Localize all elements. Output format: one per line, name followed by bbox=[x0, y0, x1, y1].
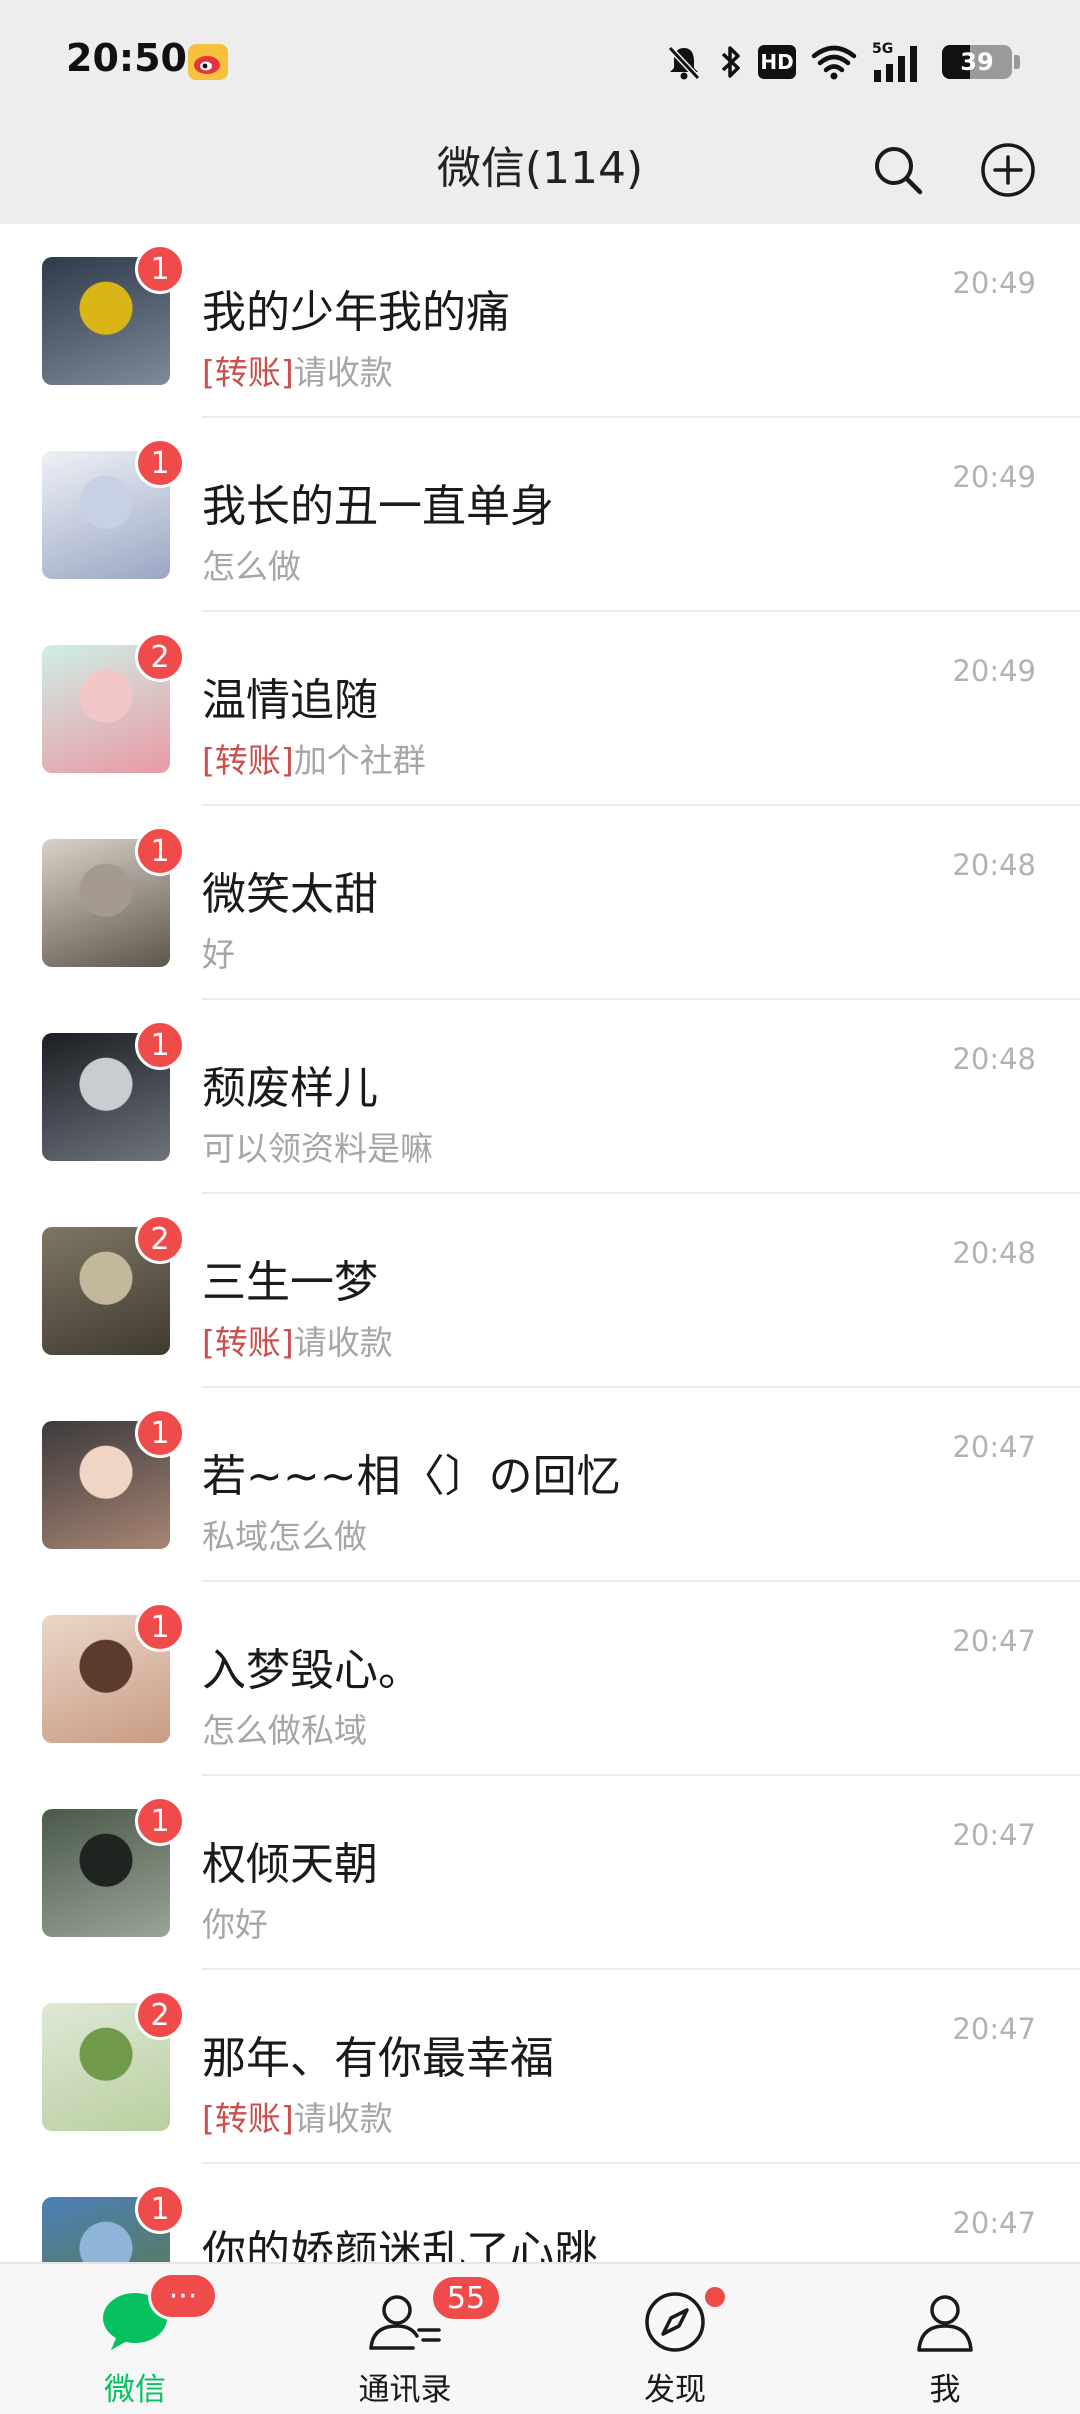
unread-badge: 1 bbox=[135, 826, 185, 876]
bluetooth-icon bbox=[721, 46, 740, 78]
chat-preview: 你好 bbox=[202, 1898, 268, 1946]
chat-preview: 私域怎么做 bbox=[202, 1510, 367, 1558]
chat-preview: 好 bbox=[202, 928, 235, 976]
chat-preview: [转账]加个社群 bbox=[202, 734, 426, 782]
chat-name: 颓废样儿 bbox=[202, 1063, 378, 1114]
preview-text: 好 bbox=[202, 935, 235, 974]
chat-time: 20:47 bbox=[952, 1624, 1036, 1658]
unread-badge: 1 bbox=[135, 1020, 185, 1070]
wifi-icon bbox=[811, 45, 857, 80]
preview-text: 请收款 bbox=[293, 2099, 393, 2138]
chat-preview: [转账]请收款 bbox=[202, 1316, 393, 1364]
preview-text: 怎么做 bbox=[202, 547, 301, 586]
chat-name: 三生一梦 bbox=[202, 1257, 378, 1308]
tab-badge: 55 bbox=[430, 2274, 502, 2322]
chat-time: 20:47 bbox=[952, 1818, 1036, 1852]
preview-text: 怎么做私域 bbox=[202, 1711, 367, 1750]
status-bar: 20:50 HD 5G 39 bbox=[0, 0, 1080, 120]
chat-time: 20:48 bbox=[952, 848, 1036, 882]
preview-text: 请收款 bbox=[293, 1323, 393, 1362]
unread-badge: 1 bbox=[135, 1408, 185, 1458]
chat-row[interactable]: 1 入梦毁心。怎么做私域 20:47 bbox=[0, 1582, 1080, 1776]
svg-text:5G: 5G bbox=[872, 41, 893, 57]
chat-time: 20:48 bbox=[952, 1042, 1036, 1076]
unread-badge: 1 bbox=[135, 438, 185, 488]
signal-5g-icon: 5G bbox=[872, 41, 917, 82]
chat-row[interactable]: 1 若~~~相〈〕の回忆私域怎么做 20:47 bbox=[0, 1388, 1080, 1582]
chat-name: 若~~~相〈〕の回忆 bbox=[202, 1451, 621, 1502]
unread-badge: 2 bbox=[135, 1214, 185, 1264]
chat-time: 20:49 bbox=[952, 654, 1036, 688]
transfer-tag: [转账] bbox=[202, 353, 294, 392]
preview-text: 请收款 bbox=[293, 353, 393, 392]
chat-row[interactable]: 1 我长的丑一直单身怎么做 20:49 bbox=[0, 418, 1080, 612]
tab-label: 发现 bbox=[644, 2372, 706, 2408]
battery-tip bbox=[1014, 55, 1020, 69]
unread-badge: 1 bbox=[135, 1796, 185, 1846]
chat-row[interactable]: 1 权倾天朝你好 20:47 bbox=[0, 1776, 1080, 1970]
chat-time: 20:47 bbox=[952, 1430, 1036, 1464]
chat-time: 20:47 bbox=[952, 2012, 1036, 2046]
chat-preview: 怎么做私域 bbox=[202, 1704, 367, 1752]
wechat-app: 20:50 HD 5G 39 微信(114) 1 我的少年我的痛 [转账]请收款… bbox=[0, 0, 1080, 2414]
bell-off-icon bbox=[667, 45, 701, 81]
chat-name: 温情追随 bbox=[202, 675, 378, 726]
plus-circle-icon bbox=[981, 143, 1035, 197]
status-time: 20:50 bbox=[66, 36, 187, 80]
chat-row[interactable]: 1 颓废样儿可以领资料是嘛 20:48 bbox=[0, 1000, 1080, 1194]
transfer-tag: [转账] bbox=[202, 1323, 294, 1362]
chat-list: 1 我的少年我的痛 [转账]请收款 20:49 1 我长的丑一直单身 怎么做 20:49 2 温情… bbox=[0, 224, 1080, 2358]
chat-row[interactable]: 2 那年、有你最幸福 [转账]请收款 20:47 bbox=[0, 1970, 1080, 2164]
chat-name: 入梦毁心。 bbox=[202, 1645, 422, 1696]
person-icon bbox=[895, 2286, 995, 2358]
transfer-tag: [转账] bbox=[202, 741, 294, 780]
transfer-tag: [转账] bbox=[202, 2099, 294, 2138]
chat-preview: 可以领资料是嘛 bbox=[202, 1122, 433, 1170]
tab-dot bbox=[702, 2284, 728, 2310]
top-bar: 微信(114) bbox=[0, 120, 1080, 224]
chat-preview: 怎么做 bbox=[202, 540, 301, 588]
preview-text: 可以领资料是嘛 bbox=[202, 1129, 433, 1168]
chat-row[interactable]: 1 我的少年我的痛 [转账]请收款 20:49 bbox=[0, 224, 1080, 418]
chat-name: 我长的丑一直单身 bbox=[202, 481, 554, 532]
unread-badge: 1 bbox=[135, 2184, 185, 2234]
tab-chats[interactable]: ··· 微信 bbox=[0, 2264, 270, 2414]
chat-row[interactable]: 2 温情追随 [转账]加个社群 20:49 bbox=[0, 612, 1080, 806]
unread-badge: 2 bbox=[135, 632, 185, 682]
unread-badge: 1 bbox=[135, 1602, 185, 1652]
unread-badge: 1 bbox=[135, 244, 185, 294]
battery-icon: 39 bbox=[942, 45, 1012, 79]
add-button[interactable] bbox=[970, 132, 1046, 208]
chat-preview: [转账]请收款 bbox=[202, 2092, 393, 2140]
preview-text: 你好 bbox=[202, 1905, 268, 1944]
chat-time: 20:49 bbox=[952, 266, 1036, 300]
tab-me[interactable]: 我 bbox=[810, 2264, 1080, 2414]
chat-time: 20:48 bbox=[952, 1236, 1036, 1270]
preview-text: 私域怎么做 bbox=[202, 1517, 367, 1556]
tab-label: 微信 bbox=[104, 2372, 166, 2408]
bottom-tab-bar: ··· 微信 55 通讯录 发现 我 bbox=[0, 2262, 1080, 2414]
tab-label: 我 bbox=[929, 2372, 961, 2408]
chat-row[interactable]: 1 微笑太甜好 20:48 bbox=[0, 806, 1080, 1000]
chat-name: 微笑太甜 bbox=[202, 869, 378, 920]
chat-time: 20:47 bbox=[952, 2206, 1036, 2240]
weibo-icon bbox=[188, 44, 228, 80]
tab-contacts[interactable]: 55 通讯录 bbox=[270, 2264, 540, 2414]
tab-badge: ··· bbox=[148, 2272, 218, 2320]
search-button[interactable] bbox=[860, 132, 936, 208]
chat-row[interactable]: 2 三生一梦 [转账]请收款 20:48 bbox=[0, 1194, 1080, 1388]
unread-badge: 2 bbox=[135, 1990, 185, 2040]
chat-name: 权倾天朝 bbox=[202, 1839, 378, 1890]
chat-name: 我的少年我的痛 bbox=[202, 287, 510, 338]
chat-name: 那年、有你最幸福 bbox=[202, 2033, 554, 2084]
search-icon bbox=[875, 147, 923, 195]
chat-time: 20:49 bbox=[952, 460, 1036, 494]
hd-icon: HD bbox=[758, 45, 796, 79]
chat-preview: [转账]请收款 bbox=[202, 346, 393, 394]
tab-label: 通讯录 bbox=[358, 2372, 452, 2408]
preview-text: 加个社群 bbox=[293, 741, 426, 780]
tab-discover[interactable]: 发现 bbox=[540, 2264, 810, 2414]
status-icons: HD 5G 39 bbox=[664, 38, 1020, 86]
